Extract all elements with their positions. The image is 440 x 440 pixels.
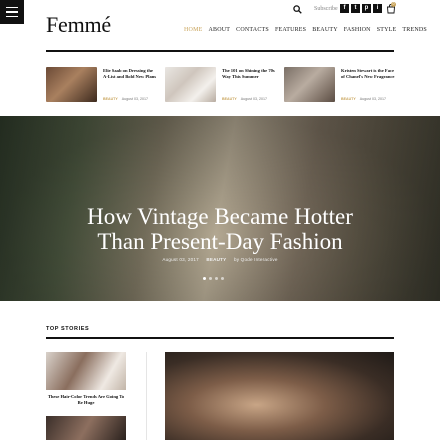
post-thumbnail[interactable] <box>46 67 97 102</box>
nav-fashion[interactable]: FASHION <box>344 27 371 33</box>
nav-beauty[interactable]: BEAUTY <box>312 27 338 33</box>
menu-line-icon <box>6 11 18 13</box>
hamburger-menu-button[interactable] <box>0 0 24 24</box>
menu-line-icon <box>6 6 18 9</box>
post-category[interactable]: BEAUTY <box>103 97 118 101</box>
post-title[interactable]: The 101 on Shining the 70s Way This Summ… <box>222 68 276 80</box>
slider-dot[interactable] <box>209 277 212 280</box>
twitter-icon[interactable]: t <box>351 4 360 13</box>
post-category[interactable]: BEAUTY <box>341 97 356 101</box>
hero-category[interactable]: BEAUTY <box>206 257 226 262</box>
search-icon[interactable] <box>293 5 302 14</box>
section-divider <box>46 337 394 339</box>
menu-line-icon <box>6 15 18 18</box>
hero-title-line[interactable]: Than Present-Day Fashion <box>0 229 440 254</box>
slider-dot[interactable] <box>221 277 224 280</box>
nav-contacts[interactable]: CONTACTS <box>236 27 269 33</box>
slider-pagination <box>203 277 224 280</box>
site-logo[interactable]: Femmé <box>46 12 111 38</box>
header-divider <box>46 50 394 52</box>
hero-slider[interactable]: How Vintage Became Hotter Than Present-D… <box>0 116 440 301</box>
nav-home[interactable]: HOME <box>184 27 202 33</box>
post-meta: BEAUTY August 03, 2017 <box>222 97 267 101</box>
pinterest-icon[interactable]: p <box>362 4 371 13</box>
post-category[interactable]: BEAUTY <box>222 97 237 101</box>
hero-title-line[interactable]: How Vintage Became Hotter <box>0 204 440 229</box>
post-date: August 03, 2017 <box>240 97 267 101</box>
post-title[interactable]: Elie Saab on Dressing the A-List and Bol… <box>103 68 157 80</box>
nav-style[interactable]: STYLE <box>377 27 397 33</box>
trending-post[interactable]: Elie Saab on Dressing the A-List and Bol… <box>46 67 156 105</box>
story-title[interactable]: These Hair-Color Trends Are Going To Be … <box>46 394 126 406</box>
story-thumbnail[interactable] <box>46 416 126 440</box>
post-thumbnail[interactable] <box>284 67 335 102</box>
cart-count-badge: 0 <box>391 2 396 7</box>
column-divider <box>146 352 147 440</box>
post-thumbnail[interactable] <box>165 67 216 102</box>
post-meta: BEAUTY August 03, 2017 <box>103 97 148 101</box>
social-links: f t p i <box>340 4 382 13</box>
post-date: August 03, 2017 <box>121 97 148 101</box>
nav-features[interactable]: FEATURES <box>275 27 306 33</box>
facebook-icon[interactable]: f <box>340 4 349 13</box>
post-date: August 03, 2017 <box>359 97 386 101</box>
featured-story-image[interactable] <box>165 352 394 440</box>
nav-trends[interactable]: TRENDS <box>402 27 427 33</box>
hero-title[interactable]: How Vintage Became Hotter Than Present-D… <box>0 204 440 254</box>
main-navigation: HOME ABOUT CONTACTS FEATURES BEAUTY FASH… <box>184 27 427 33</box>
slider-dot[interactable] <box>215 277 218 280</box>
post-meta: BEAUTY August 03, 2017 <box>341 97 386 101</box>
trending-post[interactable]: The 101 on Shining the 70s Way This Summ… <box>165 67 275 105</box>
hero-author[interactable]: by Qode Interactive <box>234 257 278 262</box>
nav-about[interactable]: ABOUT <box>208 27 230 33</box>
post-title[interactable]: Kristen Stewart is the Face of Chanel's … <box>341 68 395 80</box>
instagram-icon[interactable]: i <box>373 4 382 13</box>
story-thumbnail[interactable] <box>46 352 126 390</box>
trending-post[interactable]: Kristen Stewart is the Face of Chanel's … <box>284 67 394 105</box>
hero-date: August 03, 2017 <box>162 257 199 262</box>
slider-dot[interactable] <box>203 277 206 280</box>
top-stories-heading: TOP STORIES <box>46 326 90 332</box>
hero-meta: August 03, 2017 BEAUTY by Qode Interacti… <box>0 257 440 262</box>
subscribe-link[interactable]: Subscribe <box>314 6 338 12</box>
